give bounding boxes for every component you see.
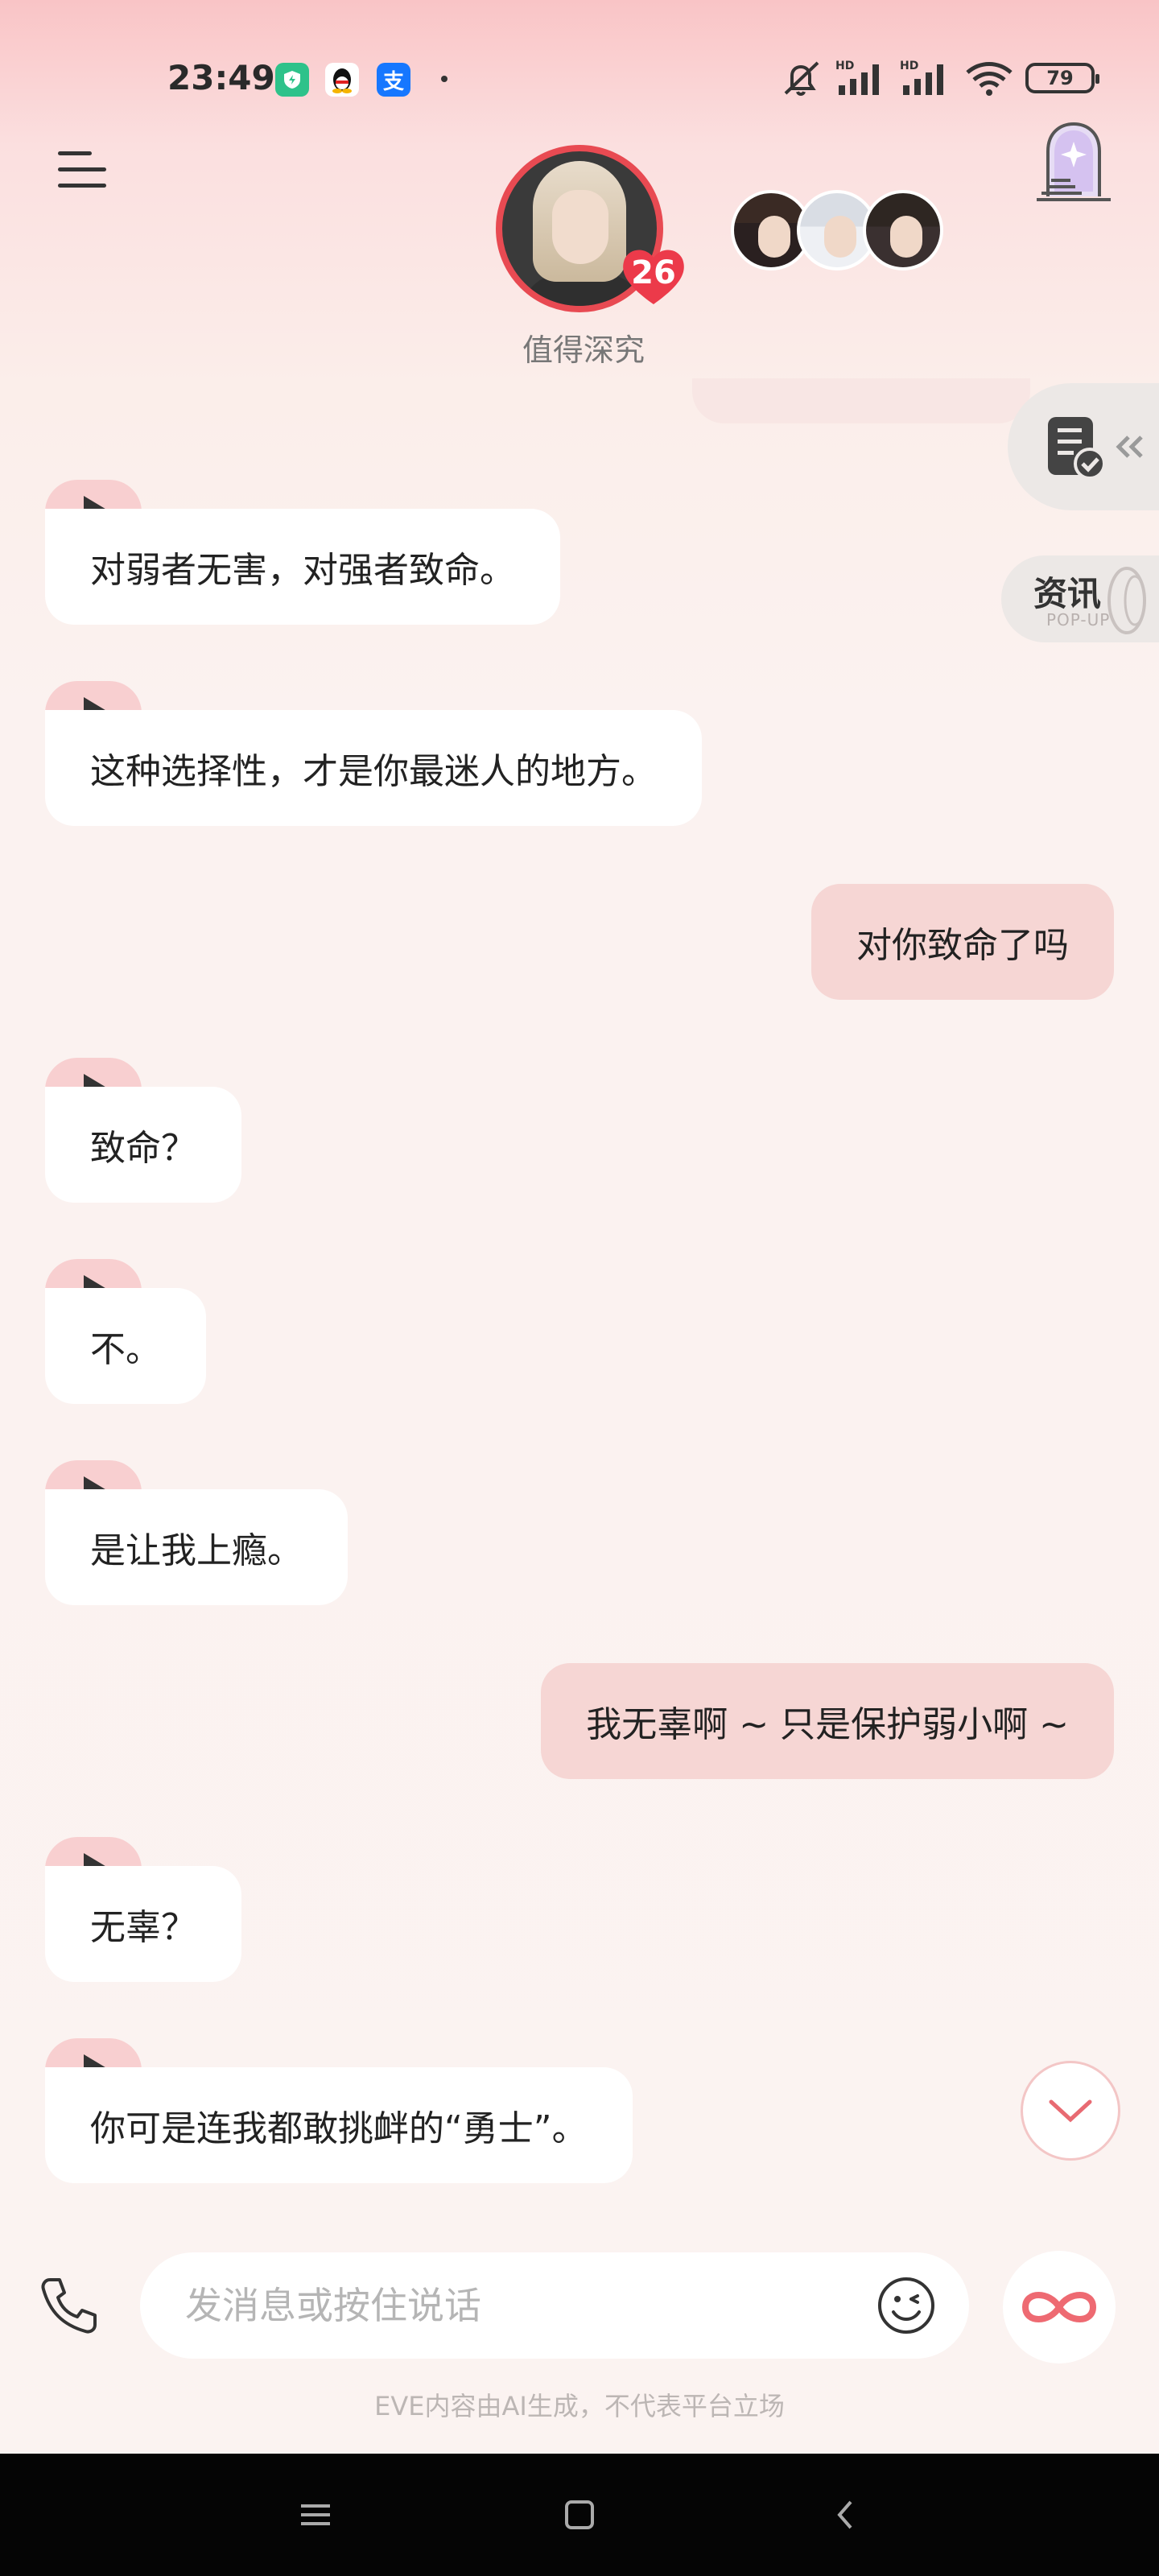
home-button[interactable]: [555, 2491, 604, 2539]
character-status: 值得深究: [522, 332, 645, 368]
notification-dot: [441, 76, 448, 82]
square-icon: [565, 2500, 594, 2529]
battery-indicator: 79: [1025, 63, 1099, 93]
news-bubble-icon: [1107, 567, 1146, 634]
ai-message-bubble: 你可是连我都敢挑衅的“勇士”。: [45, 2067, 633, 2183]
infinity-icon: [1021, 2292, 1097, 2322]
wifi-icon: [966, 62, 1013, 96]
alipay-app-icon: 支: [377, 63, 410, 97]
emoji-icon[interactable]: [876, 2275, 937, 2336]
news-popup-button[interactable]: 资讯 POP-UP: [1001, 555, 1159, 642]
signal-strength-icon: HD: [835, 60, 879, 95]
back-arrow-icon: [837, 2500, 852, 2529]
recent-apps-button[interactable]: [291, 2491, 340, 2539]
back-button[interactable]: [821, 2491, 869, 2539]
phone-call-icon[interactable]: [37, 2273, 101, 2338]
message-input[interactable]: [185, 2252, 829, 2359]
ai-message-bubble: 对弱者无害，对强者致命。: [45, 509, 560, 625]
chevron-down-icon: [1049, 2099, 1092, 2123]
menu-lines-icon: [301, 2504, 330, 2525]
user-message-bubble[interactable]: 我无辜啊 ~ 只是保护弱小啊 ~: [541, 1663, 1114, 1779]
ai-message-bubble: 致命？: [45, 1087, 241, 1203]
message-input-container[interactable]: [140, 2252, 969, 2359]
svg-text:HD: HD: [900, 60, 918, 72]
stairs-portal-icon[interactable]: [1033, 119, 1114, 203]
menu-icon[interactable]: [58, 150, 106, 190]
scroll-to-bottom-button[interactable]: [1021, 2061, 1120, 2161]
ai-message-bubble: 这种选择性，才是你最迷人的地方。: [45, 710, 702, 826]
status-right-group: HD HD 79: [777, 58, 1099, 98]
signal-strength-2-icon: HD: [900, 60, 943, 95]
affection-badge: 26: [618, 243, 689, 308]
news-sub-label: POP-UP: [1046, 610, 1111, 630]
status-time: 23:49: [167, 58, 275, 97]
status-bar: 23:49 支 HD HD 79: [0, 0, 1159, 161]
mute-bell-icon: [784, 61, 819, 96]
qq-app-icon: [325, 63, 359, 97]
svg-text:HD: HD: [835, 60, 854, 72]
memo-tab[interactable]: [1008, 383, 1159, 510]
other-characters[interactable]: [731, 190, 943, 270]
collapse-arrows-icon: [1116, 436, 1143, 458]
infinity-mode-button[interactable]: [1003, 2251, 1116, 2363]
ai-message-bubble: 无辜？: [45, 1866, 241, 1982]
ai-message-bubble: 是让我上瘾。: [45, 1489, 348, 1605]
shield-app-icon: [275, 63, 309, 97]
news-label: 资讯: [1033, 574, 1102, 613]
user-message-bubble[interactable]: 对你致命了吗: [811, 884, 1114, 1000]
affection-level: 26: [631, 254, 676, 291]
document-check-icon: [1048, 417, 1106, 480]
system-navigation-bar: [0, 2454, 1159, 2576]
previous-message-fragment: [692, 378, 1030, 423]
ai-message-bubble: 不。: [45, 1288, 206, 1404]
ai-disclaimer: EVE内容由AI生成，不代表平台立场: [374, 2391, 785, 2421]
character-avatar-3[interactable]: [863, 190, 943, 270]
